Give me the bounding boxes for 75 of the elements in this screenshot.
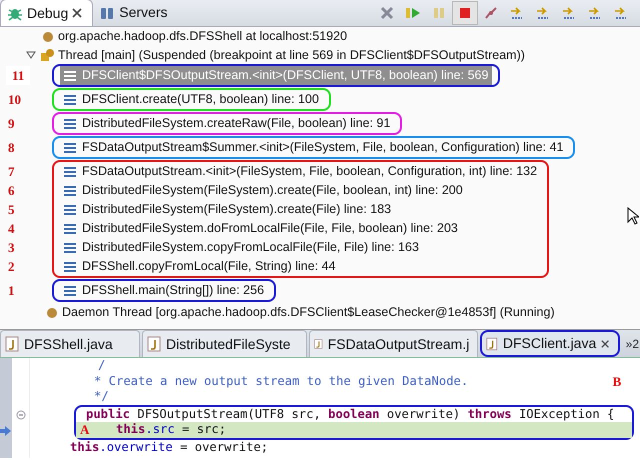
stack-frame-icon	[64, 70, 76, 80]
step-icon	[508, 5, 525, 21]
annotation-number: 5	[7, 200, 14, 219]
code-line: * Create a new output stream to the given DataNode.	[94, 374, 468, 389]
java-file-icon	[486, 336, 498, 352]
remove-icon	[378, 5, 395, 21]
annotation-number: 8	[7, 138, 14, 157]
stack-frame[interactable]: DistributedFileSystem(FileSystem).create(File, boolean, int) line: 200	[60, 181, 542, 200]
view-tab[interactable]: Servers	[93, 0, 178, 26]
editor-tab[interactable]: DistributedFileSyste	[142, 330, 307, 357]
step-icon	[612, 5, 629, 21]
editor-tab[interactable]: FSDataOutputStream.j	[309, 330, 478, 357]
thread-icon	[46, 306, 58, 318]
stack-frame-icon	[64, 204, 76, 214]
stack-frame-icon	[64, 262, 76, 272]
code-line: public DFSOutputStream(UTF8 src, boolean overwrite) throws IOException {	[86, 406, 614, 422]
stack-frame[interactable]: DistributedFileSystem.copyFromLocalFile(File, File) line: 163	[60, 238, 542, 257]
stack-frame-icon	[64, 286, 76, 296]
annotation-number: 2	[7, 258, 14, 276]
annotation-number: 10	[7, 90, 21, 109]
java-file-icon	[147, 336, 161, 352]
code-line: this.overwrite = overwrite;	[70, 440, 268, 455]
stack-frame-icon	[64, 186, 76, 196]
frame-label: DistributedFileSystem.doFromLocalFile(File, File, boolean) line: 203	[82, 220, 458, 238]
process-icon	[42, 30, 54, 42]
code-line: */	[94, 389, 109, 404]
annotation-letter: A	[80, 422, 90, 438]
step-icon	[534, 5, 551, 21]
editor-tab[interactable]: DFSShell.java	[0, 330, 140, 357]
overflow-tabs-button[interactable]: »2	[624, 334, 640, 354]
close-icon	[72, 8, 82, 18]
debug-arrow-icon	[0, 426, 11, 436]
resume-icon	[404, 5, 421, 21]
frame-label: DistributedFileSystem.copyFromLocalFile(File, File) line: 163	[82, 239, 419, 256]
thread-icon	[40, 48, 54, 62]
tree-item[interactable]: org.apache.hadoop.dfs.DFSShell at localhost:51920	[58, 27, 348, 46]
frame-label: DFSShell.main(String[]) line: 256	[82, 282, 264, 300]
view-tab[interactable]: Debug	[0, 0, 94, 26]
stack-frame[interactable]: DFSClient.create(UTF8, boolean) line: 100	[60, 90, 323, 109]
annotation-number: 4	[7, 220, 14, 238]
disconnect-icon	[482, 5, 499, 21]
annotation-number: 6	[7, 182, 14, 200]
code-line: this.src = src;	[116, 422, 226, 438]
frame-label: DistributedFileSystem.createRaw(File, boolean) line: 91	[82, 115, 390, 132]
toolbar-button[interactable]	[452, 1, 478, 25]
annotation-number: 3	[7, 238, 14, 257]
stack-frame[interactable]: DFSShell.copyFromLocal(File, String) line: 44	[60, 257, 542, 276]
stack-frame[interactable]: DistributedFileSystem(FileSystem).create(File) line: 183	[60, 200, 542, 219]
stack-frame[interactable]: DistributedFileSystem.doFromLocalFile(File, File, boolean) line: 203	[60, 219, 542, 238]
stack-frame-icon	[64, 224, 76, 234]
stack-frame-icon	[64, 118, 76, 128]
stack-frame-icon	[64, 142, 76, 152]
code-line: /	[98, 358, 106, 374]
stack-frame-icon	[64, 242, 76, 252]
annotation-number: 9	[7, 114, 14, 133]
frame-label: DFSShell.copyFromLocal(File, String) line: 44	[82, 258, 336, 276]
stack-frame-icon	[64, 166, 76, 176]
annotation-letter: B	[612, 374, 622, 389]
step-icon	[586, 5, 603, 21]
stack-frame[interactable]: DFSShell.main(String[]) line: 256	[60, 281, 268, 300]
tree-item[interactable]: Thread [main] (Suspended (breakpoint at line 569 in DFSClient$DFSOutputStream))	[58, 46, 525, 64]
annotation-number: 11	[6, 66, 30, 85]
editor-tab[interactable]: DFSClient.java	[480, 330, 620, 357]
frame-label: DFSClient.create(UTF8, boolean) line: 100	[82, 91, 319, 108]
collapse-arrow-icon[interactable]	[26, 50, 36, 60]
tree-item[interactable]: Daemon Thread [org.apache.hadoop.dfs.DFSClient$LeaseChecker@1e4853f] (Running)	[62, 303, 555, 322]
frame-label: DistributedFileSystem(FileSystem).create(File, boolean, int) line: 200	[82, 182, 463, 200]
annotation-number: 7	[7, 162, 14, 181]
frame-label: DistributedFileSystem(FileSystem).create(File) line: 183	[82, 201, 392, 218]
annotation-number: 1	[7, 282, 14, 300]
close-icon	[601, 338, 610, 348]
java-file-icon	[5, 336, 19, 352]
step-icon	[560, 5, 577, 21]
stack-frame[interactable]: DistributedFileSystem.createRaw(File, boolean) line: 91	[60, 114, 394, 133]
stack-frame-icon	[64, 94, 76, 104]
